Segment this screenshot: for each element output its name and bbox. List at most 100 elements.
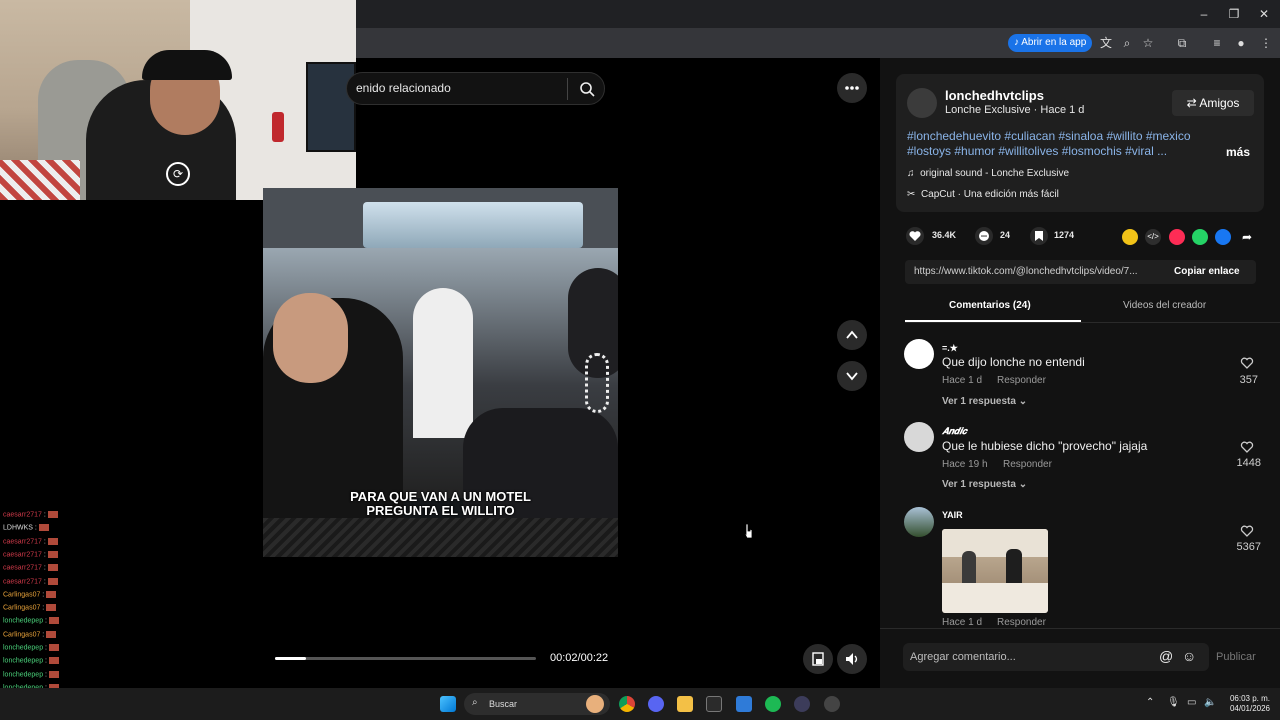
- minimize-icon[interactable]: –: [1196, 6, 1212, 22]
- extensions-icon[interactable]: ⧉: [1173, 34, 1191, 52]
- miniplayer-button[interactable]: [803, 644, 833, 674]
- share-coin-icon[interactable]: [1122, 229, 1138, 245]
- share-arrow-icon[interactable]: ➦: [1239, 229, 1255, 245]
- restore-icon[interactable]: ❐: [1226, 6, 1242, 22]
- search-icon[interactable]: [578, 80, 596, 98]
- chat-message: caesarr2717 :: [3, 511, 58, 518]
- like-button[interactable]: [906, 227, 924, 245]
- hashtags-line-1[interactable]: #lonchedehuevito #culiacan #sinaloa #wil…: [907, 129, 1219, 144]
- view-replies-button[interactable]: Ver 1 respuesta ⌄: [942, 396, 1027, 407]
- app-icon[interactable]: [794, 696, 810, 712]
- view-replies-button[interactable]: Ver 1 respuesta ⌄: [942, 479, 1027, 490]
- publish-button[interactable]: Publicar: [1216, 651, 1256, 663]
- volume-icon: [846, 653, 858, 665]
- volume-button[interactable]: [837, 644, 867, 674]
- chat-username[interactable]: caesarr2717: [3, 578, 42, 585]
- comment-avatar[interactable]: [904, 339, 934, 369]
- copy-link-button[interactable]: Copiar enlace: [1174, 266, 1240, 277]
- profile-avatar[interactable]: ●: [1232, 34, 1250, 52]
- chat-username[interactable]: lonchedepep: [3, 644, 43, 651]
- save-button[interactable]: [1030, 227, 1048, 245]
- chat-username[interactable]: Carlingas07: [3, 591, 40, 598]
- chat-username[interactable]: caesarr2717: [3, 538, 42, 545]
- emoji-icon[interactable]: ☺: [1182, 648, 1196, 664]
- chat-username[interactable]: caesarr2717: [3, 565, 42, 572]
- search-input[interactable]: enido relacionado: [356, 81, 451, 95]
- comment-username[interactable]: =.★: [942, 343, 958, 354]
- next-video-button[interactable]: [837, 361, 867, 391]
- author-avatar[interactable]: [907, 88, 937, 118]
- comment-heart-icon[interactable]: [1240, 524, 1254, 538]
- reply-button[interactable]: Responder: [997, 617, 1046, 628]
- reply-button[interactable]: Responder: [1003, 459, 1052, 470]
- bookmark-star-icon[interactable]: ☆: [1139, 34, 1157, 52]
- taskbar: [0, 688, 1280, 720]
- zoom-icon[interactable]: ⌕: [1118, 34, 1136, 52]
- discord-icon[interactable]: [648, 696, 664, 712]
- media-control-icon[interactable]: ≡: [1208, 34, 1226, 52]
- chat-username[interactable]: caesarr2717: [3, 511, 42, 518]
- chat-emote-icon: [48, 644, 59, 651]
- author-name[interactable]: lonchedhvtclips: [945, 88, 1044, 103]
- chat-username[interactable]: lonchedepep: [3, 671, 43, 678]
- video-time: 00:02/00:22: [550, 652, 609, 664]
- comment-input-placeholder[interactable]: Agregar comentario...: [910, 651, 1016, 663]
- reply-button[interactable]: Responder: [997, 375, 1046, 386]
- tab-creator-videos[interactable]: Videos del creador: [1123, 300, 1206, 311]
- obs-icon[interactable]: [824, 696, 840, 712]
- capcut-row[interactable]: ✂ CapCut · Una edición más fácil: [907, 189, 1059, 200]
- chat-message: lonchedepep :: [3, 657, 59, 665]
- tray-chevron-icon[interactable]: ⌃: [1146, 697, 1154, 708]
- more-options-button[interactable]: [837, 73, 867, 103]
- file-explorer-icon[interactable]: [677, 696, 693, 712]
- previous-video-button[interactable]: [837, 320, 867, 350]
- chat-username[interactable]: lonchedepep: [3, 618, 43, 625]
- comment-username[interactable]: 𝑨𝒏𝒅𝒊𝒄: [942, 426, 967, 437]
- spotify-icon[interactable]: [765, 696, 781, 712]
- facebook-icon[interactable]: [1215, 229, 1231, 245]
- windows-start-icon[interactable]: [440, 696, 456, 712]
- chat-username[interactable]: Carlingas07: [3, 604, 40, 611]
- chevron-up-icon: [846, 330, 858, 339]
- comment-heart-icon[interactable]: [1240, 356, 1254, 370]
- taskbar-clock[interactable]: 06:03 p. m. 04/01/2026: [1226, 694, 1270, 714]
- more-link[interactable]: más: [1226, 145, 1250, 159]
- comment-avatar[interactable]: [904, 507, 934, 537]
- comment-username[interactable]: YAIR: [942, 510, 963, 520]
- sound-row[interactable]: ♫ original sound - Lonche Exclusive: [907, 168, 1069, 179]
- chat-message: LDHWKS :: [3, 524, 49, 532]
- friends-button[interactable]: ⇄ Amigos: [1172, 90, 1254, 116]
- video-player[interactable]: PARA QUE VAN A UN MOTEL PREGUNTA EL WILL…: [263, 188, 618, 557]
- music-note-icon: ♫: [907, 168, 915, 179]
- chat-username[interactable]: LDHWKS: [3, 525, 33, 532]
- menu-kebab-icon[interactable]: ⋮: [1257, 34, 1275, 52]
- mail-icon[interactable]: [736, 696, 752, 712]
- embed-code-icon[interactable]: </>: [1145, 229, 1161, 245]
- comment-image[interactable]: [942, 529, 1048, 613]
- close-icon[interactable]: ✕: [1256, 6, 1272, 22]
- chrome-icon[interactable]: [619, 696, 635, 712]
- send-to-friends-icon[interactable]: [1169, 229, 1185, 245]
- tab-comments[interactable]: Comentarios (24): [949, 300, 1031, 311]
- speaker-icon[interactable]: 🔈: [1204, 697, 1216, 708]
- chat-username[interactable]: lonchedepep: [3, 658, 43, 665]
- comment-heart-icon[interactable]: [1240, 440, 1254, 454]
- translate-icon[interactable]: 文: [1097, 34, 1115, 52]
- video-progress-bar[interactable]: [275, 657, 536, 660]
- comment-avatar[interactable]: [904, 422, 934, 452]
- chat-username[interactable]: caesarr2717: [3, 551, 42, 558]
- network-icon[interactable]: ▭: [1187, 697, 1196, 708]
- comment-button[interactable]: [975, 227, 993, 245]
- open-in-app-button[interactable]: ♪ Abrir en la app: [1008, 34, 1093, 52]
- video-url[interactable]: https://www.tiktok.com/@lonchedhvtclips/…: [914, 266, 1138, 277]
- store-icon[interactable]: [706, 696, 722, 712]
- microphone-icon[interactable]: 🎙: [1167, 697, 1180, 708]
- comment-icon: [979, 231, 989, 241]
- hashtags-line-2[interactable]: #lostoys #humor #willitolives #losmochis…: [907, 144, 1219, 159]
- chat-username[interactable]: Carlingas07: [3, 631, 40, 638]
- chat-message: caesarr2717 :: [3, 537, 58, 545]
- search-highlight-icon[interactable]: [586, 695, 604, 713]
- hashtags[interactable]: #lonchedehuevito #culiacan #sinaloa #wil…: [907, 129, 1219, 159]
- whatsapp-icon[interactable]: [1192, 229, 1208, 245]
- mention-icon[interactable]: @: [1159, 648, 1173, 664]
